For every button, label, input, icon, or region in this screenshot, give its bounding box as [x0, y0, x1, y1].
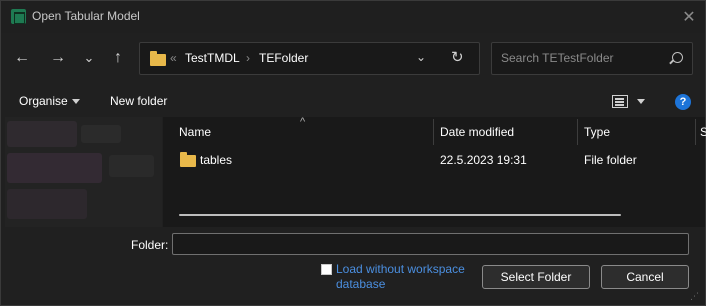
command-bar: Organise New folder ? [1, 85, 705, 117]
horizontal-scrollbar[interactable] [179, 214, 621, 216]
nav-pane-item[interactable] [81, 125, 121, 143]
forward-button[interactable]: → [45, 43, 71, 73]
title-bar: Open Tabular Model ✕ [1, 1, 705, 33]
organise-label: Organise [19, 94, 68, 108]
open-tabular-model-dialog: Open Tabular Model ✕ ← → ⌄ ↑ « TestTMDL … [0, 0, 706, 306]
address-dropdown-icon[interactable]: ⌄ [416, 50, 426, 64]
select-folder-button[interactable]: Select Folder [482, 265, 590, 289]
up-folder-button[interactable]: ↑ [105, 43, 131, 73]
breadcrumb-tetestfolder[interactable]: TEFolder [259, 51, 308, 65]
file-list: ^ Name Date modified Type S tables 22.5.… [163, 116, 706, 227]
column-divider[interactable] [433, 119, 434, 145]
cancel-button[interactable]: Cancel [601, 265, 689, 289]
column-header-size[interactable]: S [700, 125, 706, 139]
breadcrumb-separator: › [246, 51, 250, 65]
resize-grip-icon[interactable]: ⋰ [690, 291, 699, 302]
folder-icon [180, 152, 196, 167]
view-options-icon[interactable] [612, 95, 628, 108]
organise-menu[interactable]: Organise [19, 94, 80, 108]
breadcrumb-testtmdl[interactable]: TestTMDL [185, 51, 240, 65]
search-input[interactable]: Search TETestFolder [501, 51, 614, 65]
folder-field[interactable] [172, 233, 689, 255]
navigation-bar: ← → ⌄ ↑ « TestTMDL › TEFolder ⌄ ↻ Search… [1, 33, 705, 83]
column-divider[interactable] [577, 119, 578, 145]
refresh-icon[interactable]: ↻ [451, 48, 464, 66]
new-folder-button[interactable]: New folder [110, 94, 167, 108]
navigation-pane[interactable] [5, 117, 162, 227]
dialog-footer: Folder: Load without workspace database … [1, 227, 705, 305]
nav-pane-item[interactable] [7, 189, 87, 219]
sort-ascending-icon: ^ [300, 116, 306, 128]
column-header-date-modified[interactable]: Date modified [440, 125, 514, 139]
close-button[interactable]: ✕ [673, 3, 705, 31]
folder-label: Folder: [131, 238, 169, 252]
nav-pane-item[interactable] [7, 153, 102, 183]
back-button[interactable]: ← [9, 43, 35, 73]
file-type: File folder [584, 153, 637, 167]
column-header-type[interactable]: Type [584, 125, 610, 139]
load-without-workspace-label[interactable]: Load without workspace database [336, 262, 476, 292]
breadcrumb-overflow[interactable]: « [170, 51, 177, 65]
load-without-workspace-checkbox[interactable] [321, 264, 332, 275]
column-header-name[interactable]: Name [179, 125, 211, 139]
folder-icon [150, 51, 166, 66]
file-row[interactable]: tables 22.5.2023 19:31 File folder [175, 149, 695, 171]
column-divider[interactable] [695, 119, 696, 145]
recent-locations-button[interactable]: ⌄ [76, 43, 102, 73]
search-box[interactable]: Search TETestFolder [491, 42, 693, 75]
file-name: tables [200, 153, 233, 167]
search-icon [672, 52, 683, 63]
file-date-modified: 22.5.2023 19:31 [440, 153, 527, 167]
view-options-dropdown-icon[interactable] [637, 99, 645, 104]
nav-pane-item[interactable] [7, 121, 77, 147]
tabular-editor-icon [11, 9, 26, 24]
nav-pane-item[interactable] [109, 155, 154, 177]
caret-down-icon [71, 99, 80, 105]
address-bar[interactable]: « TestTMDL › TEFolder ⌄ ↻ [139, 42, 480, 75]
window-title: Open Tabular Model [32, 9, 140, 23]
help-icon[interactable]: ? [675, 94, 691, 110]
